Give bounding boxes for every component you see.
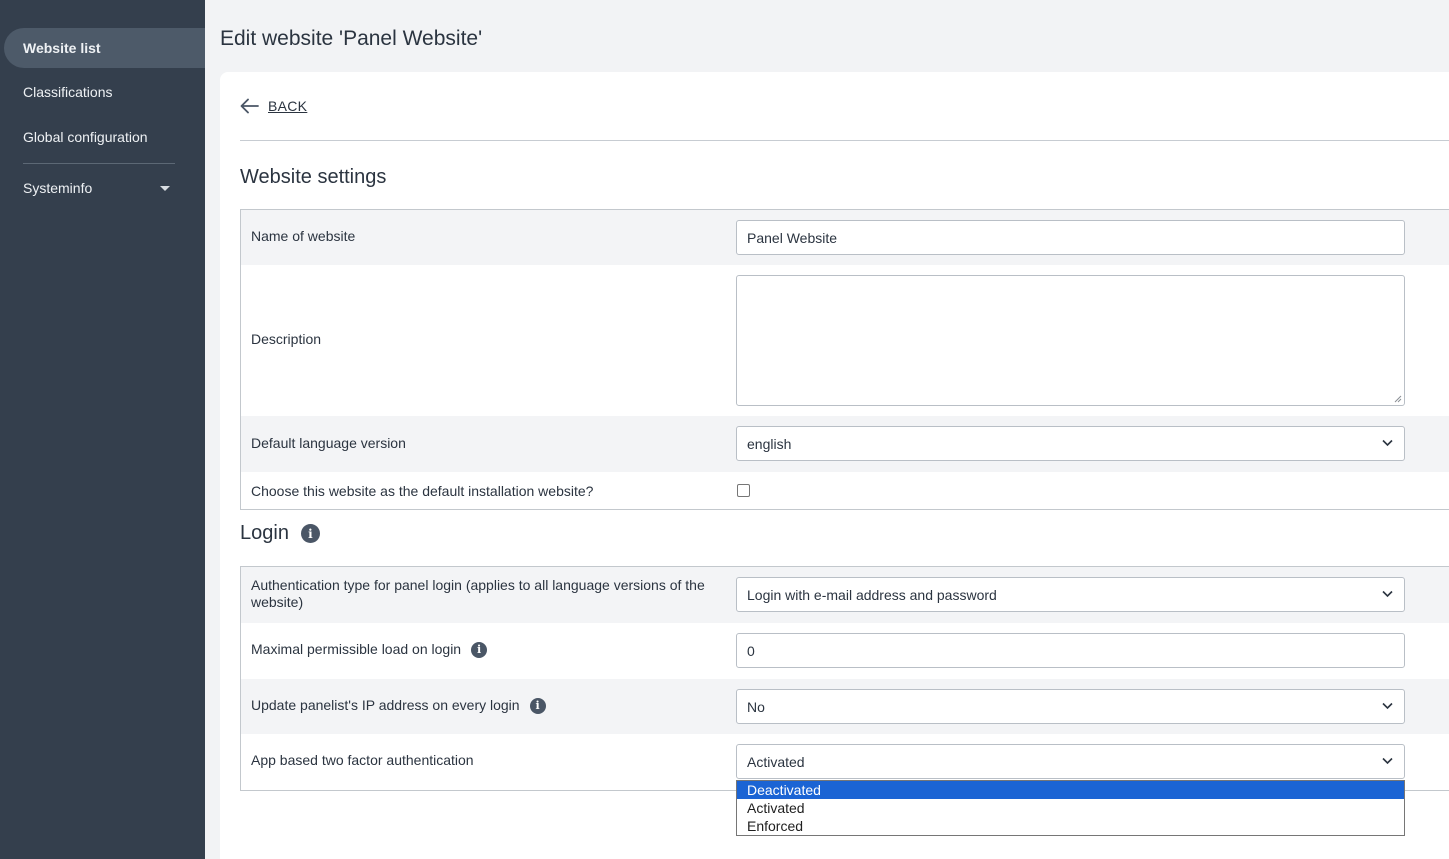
default-install-checkbox[interactable] xyxy=(737,484,750,497)
info-icon[interactable]: i xyxy=(300,524,320,543)
update-ip-label: Update panelist's IP address on every lo… xyxy=(251,697,520,713)
chevron-down-icon xyxy=(1382,757,1393,765)
sidebar-item-classifications[interactable]: Classifications xyxy=(0,72,205,112)
sidebar-item-label: Classifications xyxy=(23,84,113,100)
auth-type-label: Authentication type for panel login (app… xyxy=(251,577,705,610)
form-row-max-load: Maximal permissible load on login i 0 xyxy=(241,623,1449,679)
login-form: Authentication type for panel login (app… xyxy=(240,566,1449,791)
name-label: Name of website xyxy=(251,228,356,244)
caret-down-icon xyxy=(160,186,170,191)
auth-type-select[interactable]: Login with e-mail address and password xyxy=(736,577,1405,612)
sidebar-item-website-list[interactable]: Website list xyxy=(4,28,205,68)
update-ip-label-wrap: Update panelist's IP address on every lo… xyxy=(251,697,546,714)
dropdown-option-enforced[interactable]: Enforced xyxy=(737,817,1404,835)
update-ip-select[interactable]: No xyxy=(736,689,1405,724)
two-factor-select[interactable]: Activated xyxy=(736,744,1405,779)
sidebar-item-label: Systeminfo xyxy=(23,180,93,196)
dropdown-option-activated[interactable]: Activated xyxy=(737,799,1404,817)
form-row-update-ip: Update panelist's IP address on every lo… xyxy=(241,679,1449,734)
chevron-down-icon xyxy=(1382,590,1393,598)
info-icon[interactable]: i xyxy=(529,697,546,714)
form-row-description: Description xyxy=(241,265,1449,416)
page-title: Edit website 'Panel Website' xyxy=(220,27,483,50)
resize-grip-icon[interactable] xyxy=(1393,394,1402,403)
sidebar-item-label: Website list xyxy=(23,40,101,56)
info-icon[interactable]: i xyxy=(471,641,488,658)
form-row-language: Default language version english xyxy=(241,416,1449,472)
description-textarea[interactable] xyxy=(736,275,1405,406)
section-title-login: Login i xyxy=(240,522,320,545)
update-ip-value: No xyxy=(747,698,765,715)
divider xyxy=(240,140,1449,141)
two-factor-value: Activated xyxy=(747,753,805,770)
chevron-down-icon xyxy=(1382,439,1393,447)
name-field[interactable]: Panel Website xyxy=(736,220,1405,255)
sidebar-item-systeminfo[interactable]: Systeminfo xyxy=(0,168,205,208)
back-link[interactable]: BACK xyxy=(240,98,307,114)
form-row-auth-type: Authentication type for panel login (app… xyxy=(241,567,1449,623)
max-load-label: Maximal permissible load on login xyxy=(251,641,462,657)
description-label: Description xyxy=(251,331,322,347)
sidebar-divider xyxy=(23,163,175,164)
max-load-label-wrap: Maximal permissible load on login i xyxy=(251,641,488,658)
form-row-name: Name of website Panel Website xyxy=(241,210,1449,265)
login-title: Login xyxy=(240,522,289,544)
name-value: Panel Website xyxy=(747,229,838,246)
dropdown-option-deactivated[interactable]: Deactivated xyxy=(737,781,1404,799)
language-value: english xyxy=(747,435,792,452)
two-factor-label: App based two factor authentication xyxy=(251,752,474,768)
max-load-value: 0 xyxy=(747,642,755,659)
default-install-label: Choose this website as the default insta… xyxy=(251,483,594,499)
language-select[interactable]: english xyxy=(736,426,1405,461)
auth-type-value: Login with e-mail address and password xyxy=(747,586,997,603)
form-row-default-install: Choose this website as the default insta… xyxy=(241,472,1449,511)
sidebar-item-global-configuration[interactable]: Global configuration xyxy=(0,117,205,157)
sidebar: Website list Classifications Global conf… xyxy=(0,0,205,859)
chevron-down-icon xyxy=(1382,702,1393,710)
back-label: BACK xyxy=(268,98,308,114)
website-settings-form: Name of website Panel Website Descriptio… xyxy=(240,209,1449,510)
language-label: Default language version xyxy=(251,435,406,451)
arrow-left-icon xyxy=(240,98,259,114)
section-title-website-settings: Website settings xyxy=(240,166,387,188)
max-load-input[interactable]: 0 xyxy=(736,633,1405,668)
two-factor-dropdown-list: Deactivated Activated Enforced xyxy=(736,780,1405,836)
sidebar-item-label: Global configuration xyxy=(23,129,148,145)
